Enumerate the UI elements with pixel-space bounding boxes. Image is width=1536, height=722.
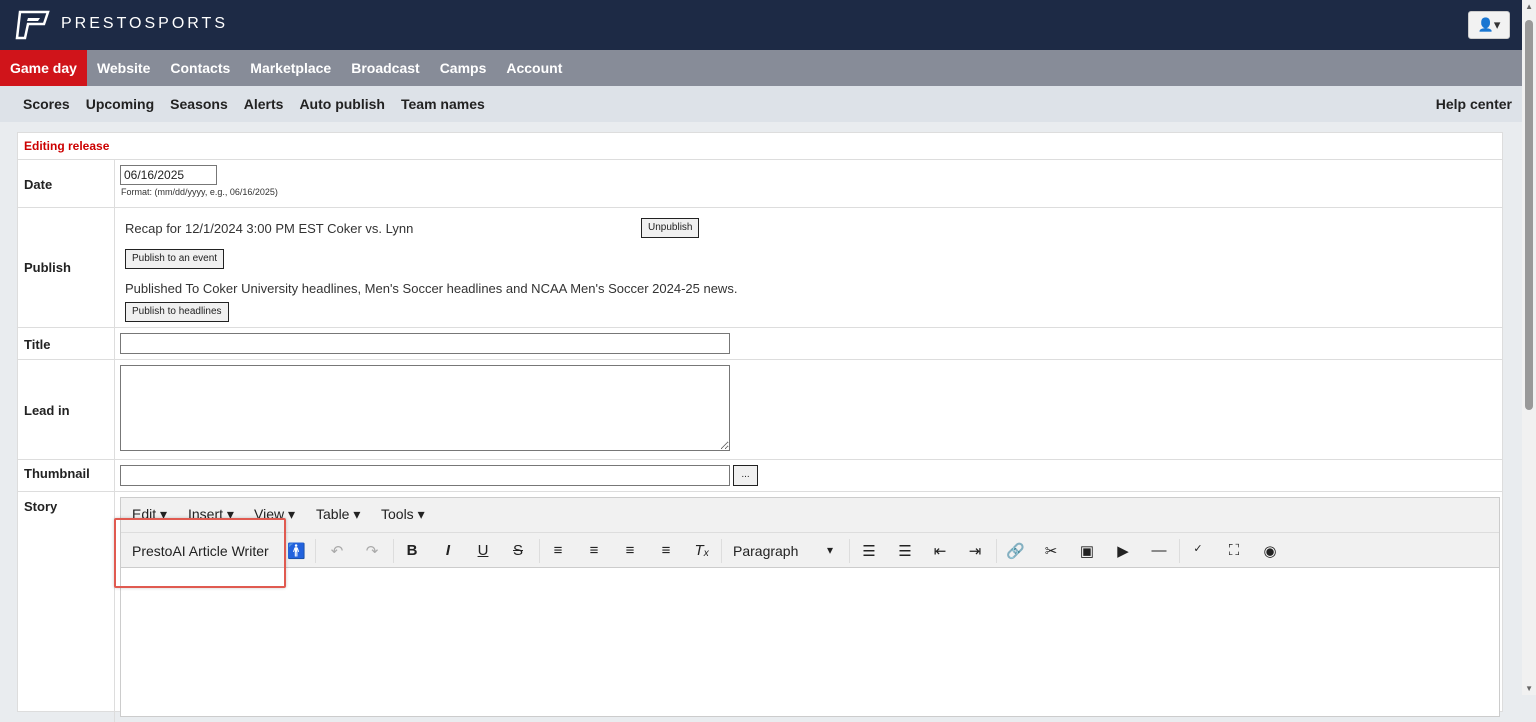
date-format-hint: Format: (mm/dd/yyyy, e.g., 06/16/2025) — [121, 187, 278, 197]
chevron-down-icon[interactable]: ▾ — [827, 543, 833, 557]
nav-broadcast[interactable]: Broadcast — [341, 50, 429, 86]
align-left-icon[interactable]: ≡ — [549, 542, 567, 559]
highlight-box — [114, 518, 286, 588]
publish-label: Publish — [24, 260, 71, 275]
release-editor-panel: Editing release Date Format: (mm/dd/yyyy… — [17, 132, 1503, 722]
thumbnail-browse-button[interactable]: ... — [733, 465, 758, 486]
page-scrollbar[interactable]: ▲ ▼ — [1522, 0, 1536, 695]
editor-toolbar: PrestoAI Article Writer 🚹 ↶ ↷ B I U S ≡ … — [121, 533, 1499, 568]
lead-in-textarea[interactable] — [120, 365, 730, 451]
lead-in-row: Lead in — [18, 360, 1502, 460]
top-bar: PRESTOSPORTS 👤▾ — [0, 0, 1522, 50]
outdent-icon[interactable]: ⇤ — [931, 542, 949, 560]
clear-formatting-icon[interactable]: Tₓ — [693, 542, 711, 559]
nav-game-day[interactable]: Game day — [0, 50, 87, 86]
scroll-up-icon[interactable]: ▲ — [1525, 2, 1533, 11]
lead-in-label: Lead in — [24, 403, 70, 418]
horizontal-rule-icon[interactable]: — — [1150, 542, 1168, 559]
user-menu-button[interactable]: 👤▾ — [1468, 11, 1510, 39]
nav-camps[interactable]: Camps — [430, 50, 497, 86]
subnav-upcoming[interactable]: Upcoming — [78, 86, 162, 122]
title-row: Title — [18, 328, 1502, 360]
link-icon[interactable]: 🔗 — [1006, 542, 1025, 560]
subnav-team-names[interactable]: Team names — [393, 86, 493, 122]
menu-table[interactable]: Table ▾ — [316, 506, 360, 523]
brand-name: PRESTOSPORTS — [61, 15, 228, 32]
thumbnail-input[interactable] — [120, 465, 730, 486]
format-select[interactable]: Paragraph — [733, 543, 798, 559]
thumbnail-row: Thumbnail ... — [18, 460, 1502, 492]
rich-text-editor: Edit ▾ Insert ▾ View ▾ Table ▾ Tools ▾ P… — [120, 497, 1500, 717]
strikethrough-icon[interactable]: S — [509, 542, 527, 559]
panel-heading: Editing release — [18, 133, 1502, 160]
align-right-icon[interactable]: ≡ — [621, 542, 639, 559]
unlink-icon[interactable]: ✂ — [1042, 542, 1060, 560]
subnav-scores[interactable]: Scores — [0, 86, 78, 122]
redo-icon[interactable]: ↷ — [363, 542, 381, 560]
prestosports-logo[interactable] — [14, 10, 50, 40]
recap-text: Recap for 12/1/2024 3:00 PM EST Coker vs… — [125, 221, 414, 236]
media-icon[interactable]: ▶ — [1114, 542, 1132, 560]
preview-eye-icon[interactable]: ◉ — [1261, 542, 1279, 560]
publish-to-headlines-button[interactable]: Publish to headlines — [125, 302, 229, 322]
accessibility-icon[interactable]: 🚹 — [287, 542, 306, 560]
indent-icon[interactable]: ⇥ — [966, 542, 984, 560]
bold-icon[interactable]: B — [403, 542, 421, 559]
date-label: Date — [24, 177, 53, 192]
italic-icon[interactable]: I — [439, 542, 457, 559]
menu-tools[interactable]: Tools ▾ — [381, 506, 425, 523]
editor-menubar: Edit ▾ Insert ▾ View ▾ Table ▾ Tools ▾ — [121, 498, 1499, 533]
nav-website[interactable]: Website — [87, 50, 160, 86]
story-label: Story — [24, 499, 58, 514]
title-input[interactable] — [120, 333, 730, 354]
bullet-list-icon[interactable]: ☰ — [860, 542, 878, 560]
numbered-list-icon[interactable]: ☰ — [896, 542, 914, 560]
date-row: Date Format: (mm/dd/yyyy, e.g., 06/16/20… — [18, 160, 1502, 208]
underline-icon[interactable]: U — [474, 542, 492, 559]
help-center-link[interactable]: Help center — [1436, 86, 1512, 122]
user-caret: ▾ — [1493, 17, 1501, 32]
nav-account[interactable]: Account — [496, 50, 572, 86]
publish-row: Publish Recap for 12/1/2024 3:00 PM EST … — [18, 208, 1502, 328]
published-to-text: Published To Coker University headlines,… — [125, 281, 738, 296]
unpublish-button[interactable]: Unpublish — [641, 218, 700, 238]
nav-marketplace[interactable]: Marketplace — [240, 50, 341, 86]
user-icon: 👤 — [1477, 17, 1494, 32]
spellcheck-icon[interactable]: ✓ — [1189, 542, 1207, 555]
subnav-seasons[interactable]: Seasons — [162, 86, 236, 122]
sub-nav: Scores Upcoming Seasons Alerts Auto publ… — [0, 86, 1522, 122]
subnav-auto-publish[interactable]: Auto publish — [291, 86, 393, 122]
subnav-alerts[interactable]: Alerts — [236, 86, 292, 122]
undo-icon[interactable]: ↶ — [328, 542, 346, 560]
title-label: Title — [24, 337, 51, 352]
editor-content-area[interactable] — [121, 568, 1499, 708]
nav-contacts[interactable]: Contacts — [160, 50, 240, 86]
scroll-down-icon[interactable]: ▼ — [1525, 684, 1533, 693]
scrollbar-thumb[interactable] — [1525, 20, 1533, 410]
date-input[interactable] — [120, 165, 217, 185]
image-icon[interactable]: ▣ — [1078, 542, 1096, 560]
thumbnail-label: Thumbnail — [24, 466, 90, 481]
publish-to-event-button[interactable]: Publish to an event — [125, 249, 225, 269]
justify-icon[interactable]: ≡ — [657, 542, 675, 559]
align-center-icon[interactable]: ≡ — [585, 542, 603, 559]
main-nav: Game day Website Contacts Marketplace Br… — [0, 50, 1522, 86]
fullscreen-icon[interactable]: ⛶ — [1225, 542, 1243, 559]
